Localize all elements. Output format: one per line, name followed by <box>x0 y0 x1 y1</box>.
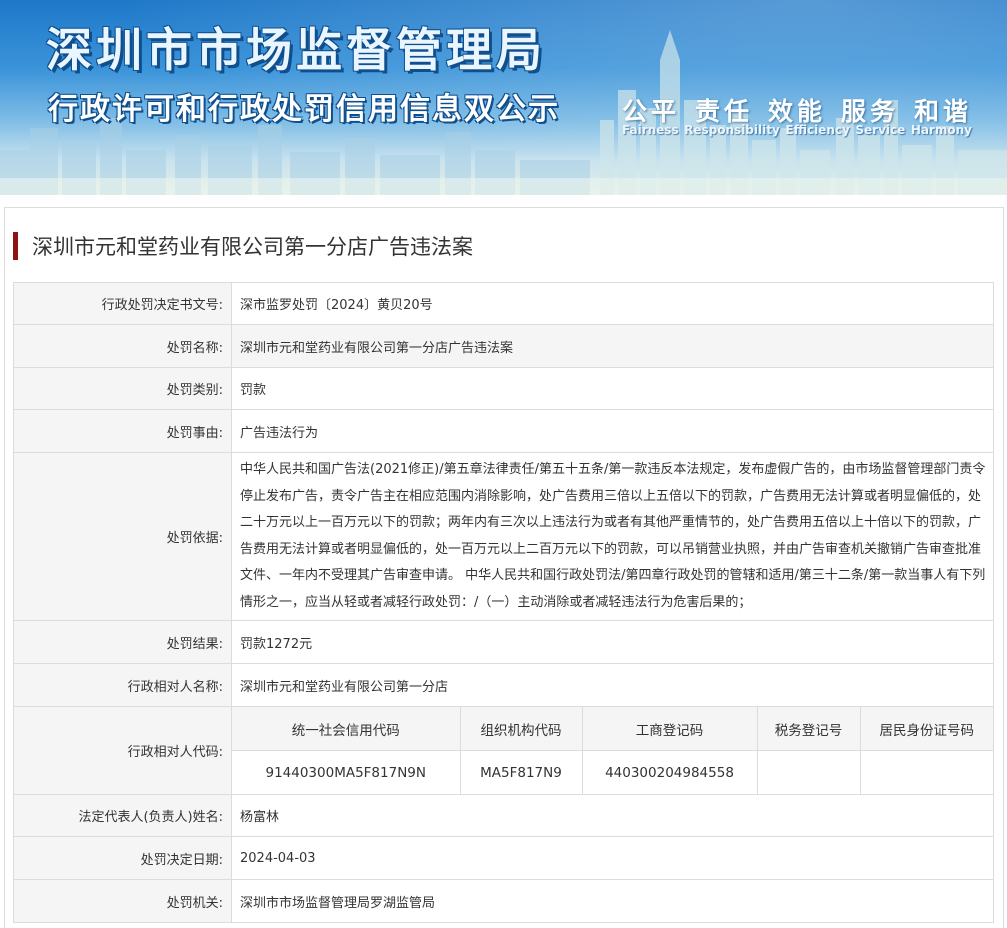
field-label: 处罚结果: <box>13 620 232 664</box>
field-label: 处罚依据: <box>13 452 232 621</box>
party-codes-table: 统一社会信用代码 组织机构代码 工商登记码 税务登记号 居民身份证号码 9144… <box>232 707 993 794</box>
field-label: 行政处罚决定书文号: <box>13 282 232 325</box>
header-banner: 深圳市市场监督管理局 行政许可和行政处罚信用信息双公示 公平 责任 效能 服务 … <box>0 0 1007 195</box>
party-codes-cell: 统一社会信用代码 组织机构代码 工商登记码 税务登记号 居民身份证号码 9144… <box>231 706 994 795</box>
case-title: 深圳市元和堂药业有限公司第一分店广告违法案 <box>32 235 473 259</box>
doc-number-value: 深市监罗处罚〔2024〕黄贝20号 <box>231 282 994 325</box>
field-label: 处罚机关: <box>13 879 232 923</box>
decision-date-value: 2024-04-03 <box>231 836 994 880</box>
slogan-word-en: Service <box>855 123 906 137</box>
business-reg-value: 440300204984558 <box>581 750 758 794</box>
case-detail-panel: 深圳市元和堂药业有限公司第一分店广告违法案 行政处罚决定书文号: 深市监罗处罚〔… <box>4 207 1004 928</box>
table-row: 处罚名称: 深圳市元和堂药业有限公司第一分店广告违法案 <box>13 324 994 368</box>
slogan-word-en: Efficiency <box>785 123 850 137</box>
table-row: 处罚依据: 中华人民共和国广告法(2021修正)/第五章法律责任/第五十五条/第… <box>13 452 994 621</box>
penalty-type-value: 罚款 <box>231 367 994 410</box>
table-row: 行政相对人名称: 深圳市元和堂药业有限公司第一分店 <box>13 663 994 707</box>
penalty-basis-value: 中华人民共和国广告法(2021修正)/第五章法律责任/第五十五条/第一款违反本法… <box>231 452 994 621</box>
field-label: 行政相对人代码: <box>13 706 232 795</box>
party-name-value: 深圳市元和堂药业有限公司第一分店 <box>231 663 994 707</box>
slogan-word-en: Responsibility <box>684 123 780 137</box>
field-label: 行政相对人名称: <box>13 663 232 707</box>
field-label: 处罚类别: <box>13 367 232 410</box>
codes-value-row: 91440300MA5F817N9N MA5F817N9 44030020498… <box>232 750 993 794</box>
credit-code-value: 91440300MA5F817N9N <box>232 750 461 794</box>
site-title: 深圳市市场监督管理局 <box>46 23 546 77</box>
table-row: 处罚机关: 深圳市市场监督管理局罗湖监管局 <box>13 879 994 923</box>
table-row: 处罚结果: 罚款1272元 <box>13 620 994 664</box>
field-label: 处罚事由: <box>13 409 232 453</box>
slogan-english: Fairness Responsibility Efficiency Servi… <box>622 123 972 137</box>
legal-rep-value: 杨富林 <box>231 794 994 837</box>
penalty-reason-value: 广告违法行为 <box>231 409 994 453</box>
code-header: 统一社会信用代码 <box>232 707 461 751</box>
penalty-name-value: 深圳市元和堂药业有限公司第一分店广告违法案 <box>231 324 994 368</box>
penalty-result-value: 罚款1272元 <box>231 620 994 664</box>
code-header: 税务登记号 <box>756 707 861 751</box>
field-label: 法定代表人(负责人)姓名: <box>13 794 232 837</box>
table-row: 行政处罚决定书文号: 深市监罗处罚〔2024〕黄贝20号 <box>13 282 994 325</box>
id-card-value <box>859 750 993 794</box>
slogan-word-en: Harmony <box>910 123 972 137</box>
tax-reg-value <box>756 750 861 794</box>
org-code-value: MA5F817N9 <box>459 750 583 794</box>
codes-header-row: 统一社会信用代码 组织机构代码 工商登记码 税务登记号 居民身份证号码 <box>232 707 993 751</box>
slogan-word-en: Fairness <box>622 123 679 137</box>
table-row: 行政相对人代码: 统一社会信用代码 组织机构代码 工商登记码 税务登记号 居民身… <box>13 706 994 795</box>
field-label: 处罚决定日期: <box>13 836 232 880</box>
table-row: 处罚决定日期: 2024-04-03 <box>13 836 994 880</box>
heading-accent-bar <box>13 232 18 260</box>
case-heading: 深圳市元和堂药业有限公司第一分店广告违法案 <box>13 232 473 260</box>
code-header: 工商登记码 <box>581 707 758 751</box>
authority-value: 深圳市市场监督管理局罗湖监管局 <box>231 879 994 923</box>
code-header: 居民身份证号码 <box>859 707 993 751</box>
case-info-table: 行政处罚决定书文号: 深市监罗处罚〔2024〕黄贝20号 处罚名称: 深圳市元和… <box>13 282 994 923</box>
site-subtitle: 行政许可和行政处罚信用信息双公示 <box>48 92 560 127</box>
table-row: 法定代表人(负责人)姓名: 杨富林 <box>13 794 994 837</box>
field-label: 处罚名称: <box>13 324 232 368</box>
table-row: 处罚事由: 广告违法行为 <box>13 409 994 453</box>
table-row: 处罚类别: 罚款 <box>13 367 994 410</box>
code-header: 组织机构代码 <box>459 707 583 751</box>
